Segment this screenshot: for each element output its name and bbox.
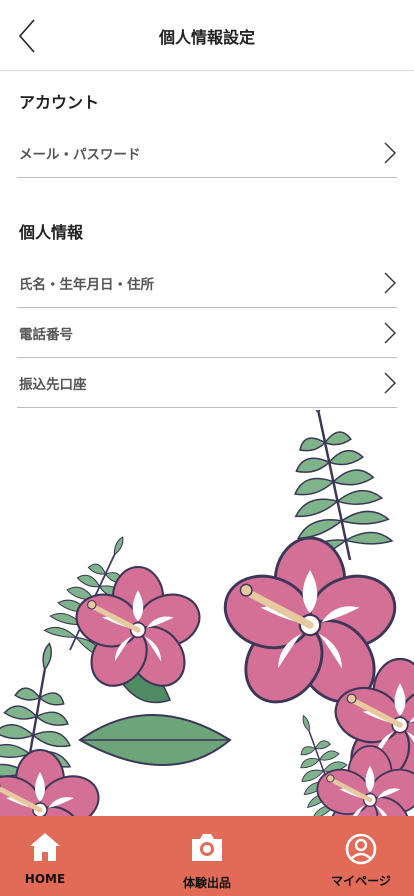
page-title: 個人情報設定	[158, 28, 255, 47]
menu-item-label: 電話番号	[19, 327, 73, 343]
menu-item-label: 氏名・生年月日・住所	[19, 277, 154, 293]
menu-item-phone[interactable]: 電話番号	[17, 308, 397, 358]
menu-item-name-birth-address[interactable]: 氏名・生年月日・住所	[17, 258, 397, 308]
camera-icon	[192, 834, 222, 861]
section-title-account: アカウント	[19, 93, 100, 112]
chevron-right-icon	[384, 142, 396, 164]
menu-item-label: メール・パスワード	[19, 147, 141, 163]
chevron-right-icon	[384, 322, 396, 344]
tab-mypage-label: マイページ	[331, 874, 391, 888]
chevron-right-icon	[384, 272, 396, 294]
home-icon	[30, 833, 60, 861]
tab-home-label: HOME	[24, 872, 66, 886]
tab-mypage[interactable]: マイページ	[306, 816, 414, 896]
bottom-tab-bar: HOME 体験出品 マイページ	[0, 816, 414, 896]
menu-item-email-password[interactable]: メール・パスワード	[17, 128, 397, 178]
chevron-right-icon	[384, 372, 396, 394]
user-circle-icon	[345, 833, 377, 865]
menu-item-label: 振込先口座	[19, 377, 87, 393]
header: 個人情報設定	[0, 0, 414, 71]
tab-create-experience[interactable]: 体験出品	[152, 816, 262, 896]
section-title-personal: 個人情報	[19, 223, 84, 242]
tab-home[interactable]: HOME	[0, 816, 100, 896]
tab-create-experience-label: 体験出品	[182, 876, 231, 890]
menu-item-bank-account[interactable]: 振込先口座	[17, 358, 397, 408]
hibiscus-illustration	[0, 410, 414, 816]
